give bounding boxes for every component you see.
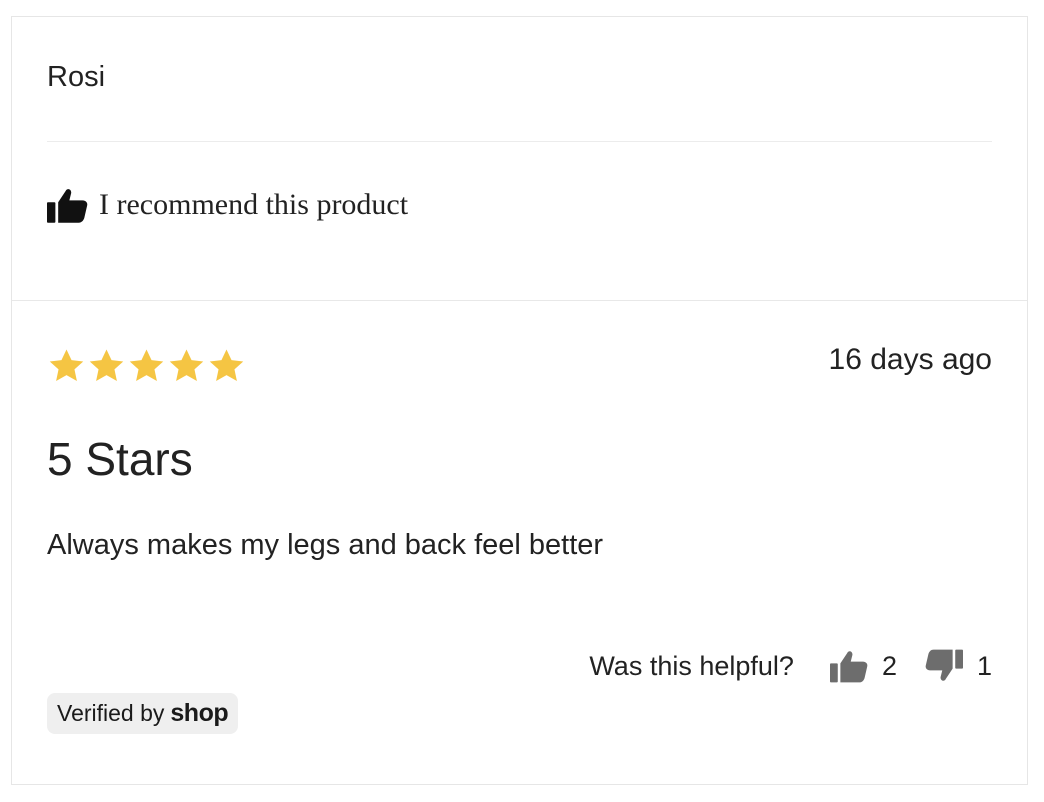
recommendation-text: I recommend this product (99, 188, 409, 221)
verified-label: Verified by (57, 700, 165, 726)
reviewer-name: Rosi (47, 61, 106, 93)
review-date: 16 days ago (828, 343, 992, 376)
reviewer-section: Rosi I recommend this product (12, 17, 1027, 301)
helpful-up-count: 2 (881, 650, 897, 681)
star-icon (209, 349, 244, 381)
thumbs-down-icon (925, 649, 963, 683)
shop-logo: shop (170, 699, 229, 727)
divider (47, 141, 992, 142)
star-icon (169, 349, 204, 381)
review-title: 5 Stars (47, 433, 193, 485)
thumbs-up-icon (47, 187, 88, 223)
helpful-up-button[interactable]: 2 (829, 649, 897, 683)
thumbs-up-icon (829, 649, 868, 683)
review-body: Always makes my legs and back feel bette… (47, 529, 604, 561)
star-icon (89, 349, 124, 381)
star-rating (47, 347, 247, 386)
helpful-down-button[interactable]: 1 (925, 649, 992, 683)
review-card: Rosi I recommend this product 16 days ag… (11, 16, 1028, 785)
verified-badge: Verified by shop (47, 693, 239, 734)
star-icon (129, 349, 164, 381)
star-icon (49, 349, 84, 381)
recommendation: I recommend this product (47, 185, 408, 225)
helpful-down-count: 1 (976, 650, 992, 681)
helpful-label: Was this helpful? (589, 650, 794, 681)
helpful-votes: Was this helpful? 2 1 (589, 649, 992, 683)
